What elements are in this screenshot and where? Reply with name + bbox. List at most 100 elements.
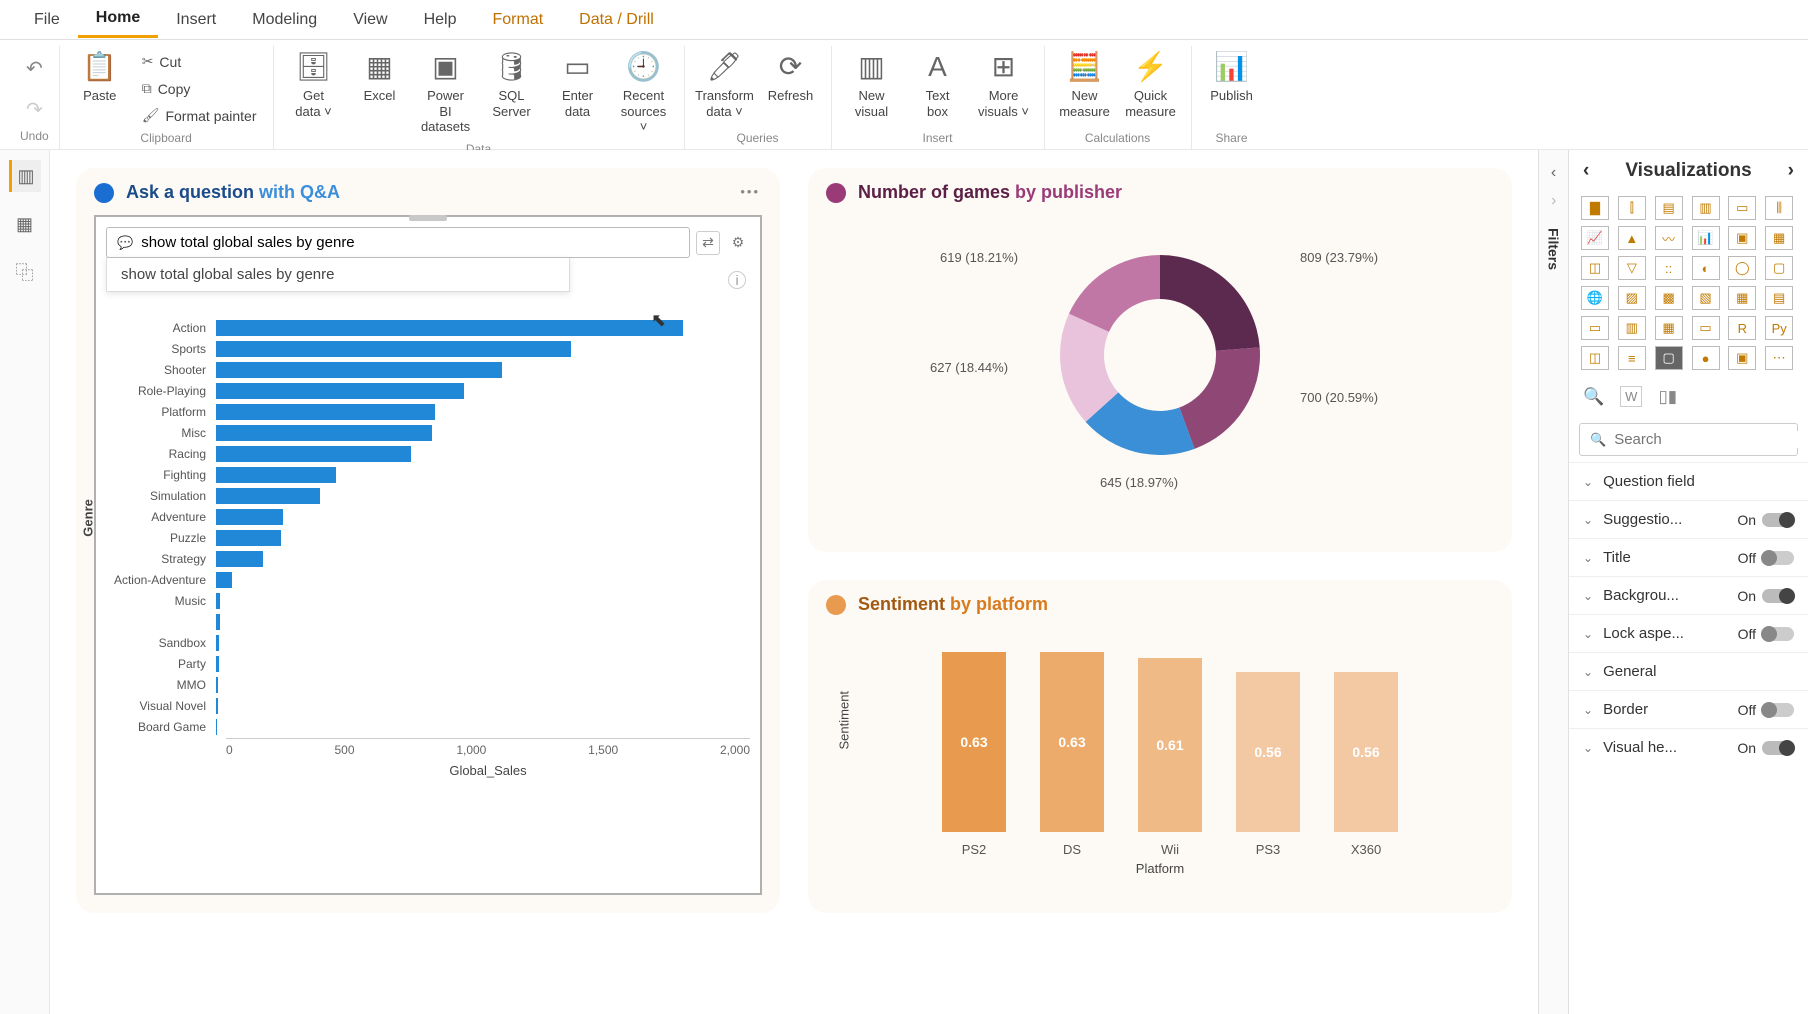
bar-row[interactable]: MMO — [226, 675, 750, 695]
property-toggle[interactable]: Off — [1738, 702, 1794, 718]
viz-type-button[interactable]: ▩ — [1655, 286, 1683, 310]
viz-type-button[interactable]: ▽ — [1618, 256, 1646, 280]
bar-row[interactable]: Visual Novel — [226, 696, 750, 716]
viz-type-button[interactable]: ▥ — [1692, 196, 1720, 220]
donut-slice[interactable] — [1179, 347, 1260, 448]
bar[interactable] — [216, 320, 683, 336]
sentiment-bar-wrap[interactable]: 0.63DS — [1037, 652, 1107, 857]
enter-data-button[interactable]: ▭Enterdata — [548, 46, 608, 123]
property-row-lock-aspe-[interactable]: ⌄Lock aspe...Off — [1569, 614, 1808, 652]
bar-row[interactable]: Puzzle — [226, 528, 750, 548]
qna-question-input[interactable] — [141, 234, 679, 251]
viz-type-button[interactable]: ▢ — [1765, 256, 1793, 280]
sentiment-bar[interactable]: 0.63 — [1040, 652, 1104, 832]
bar[interactable] — [216, 677, 218, 693]
bar-row[interactable] — [226, 612, 750, 632]
bar[interactable] — [216, 614, 220, 630]
donut-slice[interactable] — [1160, 255, 1260, 351]
tab-view[interactable]: View — [335, 3, 405, 37]
viz-type-button[interactable]: ⋯ — [1765, 346, 1793, 370]
qna-suggestion[interactable]: show total global sales by genre — [106, 257, 570, 292]
property-toggle[interactable]: Off — [1738, 626, 1794, 642]
bar[interactable] — [216, 572, 232, 588]
viz-type-button[interactable]: ◯ — [1728, 256, 1756, 280]
viz-type-button[interactable]: ▣ — [1728, 346, 1756, 370]
property-search-input[interactable] — [1614, 431, 1808, 448]
sql-server-button[interactable]: 🛢SQLServer — [482, 46, 542, 123]
fields-tab-button[interactable]: W — [1620, 386, 1642, 407]
viz-type-button[interactable]: ▨ — [1618, 286, 1646, 310]
redo-icon[interactable]: ↷ — [22, 93, 47, 126]
viz-type-button[interactable]: ▦ — [1655, 316, 1683, 340]
sentiment-bar-wrap[interactable]: 0.61Wii — [1135, 658, 1205, 857]
get-data-button[interactable]: 🗄Getdata ˅ — [284, 46, 344, 123]
viz-type-button[interactable]: ▢ — [1655, 346, 1683, 370]
sentiment-bar-wrap[interactable]: 0.56X360 — [1331, 672, 1401, 857]
bar[interactable] — [216, 719, 217, 735]
property-row-visual-he-[interactable]: ⌄Visual he...On — [1569, 728, 1808, 766]
tab-help[interactable]: Help — [406, 3, 475, 37]
tab-insert[interactable]: Insert — [158, 3, 234, 37]
property-row-border[interactable]: ⌄BorderOff — [1569, 690, 1808, 728]
property-row-question-field[interactable]: ⌄Question field — [1569, 462, 1808, 500]
bar-row[interactable]: Sports — [226, 339, 750, 359]
more-options-button[interactable]: ••• — [740, 184, 760, 199]
viz-type-button[interactable]: ⫼ — [1765, 196, 1793, 220]
publisher-donut-visual[interactable]: Number of games by publisher 809 (23.79%… — [808, 168, 1512, 552]
new-visual-button[interactable]: ▥Newvisual — [842, 46, 902, 123]
viz-type-button[interactable]: ◫ — [1581, 256, 1609, 280]
bar[interactable] — [216, 341, 571, 357]
bar[interactable] — [216, 425, 432, 441]
bar-row[interactable]: Role-Playing — [226, 381, 750, 401]
viz-type-button[interactable]: 🌐 — [1581, 286, 1609, 310]
tab-data-drill[interactable]: Data / Drill — [561, 3, 672, 37]
property-toggle[interactable]: On — [1737, 740, 1794, 756]
sentiment-chart[interactable]: Sentiment 0.63PS20.63DS0.61Wii0.56PS30.5… — [826, 627, 1494, 857]
viz-type-button[interactable]: ▥ — [1618, 316, 1646, 340]
resize-handle[interactable] — [409, 215, 447, 221]
sentiment-bar[interactable]: 0.63 — [942, 652, 1006, 832]
filters-label[interactable]: Filters — [1546, 228, 1562, 270]
qna-convert-button[interactable]: ⇄ — [696, 231, 720, 255]
qna-bar-chart[interactable]: Genre ActionSportsShooterRole-PlayingPla… — [106, 318, 750, 778]
viz-type-button[interactable]: ▤ — [1765, 286, 1793, 310]
report-canvas[interactable]: Ask a question with Q&A ••• 💬 ⇄ ⚙ show t… — [50, 150, 1538, 1014]
bar-row[interactable]: Action-Adventure — [226, 570, 750, 590]
viz-type-button[interactable]: ▦ — [1765, 226, 1793, 250]
bar-row[interactable]: Sandbox — [226, 633, 750, 653]
bar[interactable] — [216, 383, 464, 399]
power-bi-datasets-button[interactable]: ▣PowerBIdatasets — [416, 46, 476, 139]
bar[interactable] — [216, 467, 336, 483]
paste-button[interactable]: 📋 Paste — [70, 46, 130, 108]
undo-icon[interactable]: ↶ — [22, 52, 47, 85]
property-row-general[interactable]: ⌄General — [1569, 652, 1808, 690]
tab-file[interactable]: File — [16, 3, 78, 37]
sentiment-bar[interactable]: 0.56 — [1236, 672, 1300, 832]
format-tab-button[interactable]: 🔍 — [1583, 387, 1604, 407]
viz-type-button[interactable]: 〰 — [1655, 226, 1683, 250]
tab-modeling[interactable]: Modeling — [234, 3, 335, 37]
viz-type-button[interactable]: ▭ — [1692, 316, 1720, 340]
viz-type-button[interactable]: ▦ — [1728, 286, 1756, 310]
bar[interactable] — [216, 551, 263, 567]
viz-type-button[interactable]: ▧ — [1692, 286, 1720, 310]
viz-type-button[interactable]: ▭ — [1728, 196, 1756, 220]
bar[interactable] — [216, 488, 320, 504]
bar[interactable] — [216, 509, 283, 525]
viz-type-button[interactable]: 📊 — [1692, 226, 1720, 250]
qna-visual[interactable]: Ask a question with Q&A ••• 💬 ⇄ ⚙ show t… — [76, 168, 780, 913]
qna-settings-button[interactable]: ⚙ — [726, 231, 750, 255]
bar[interactable] — [216, 593, 220, 609]
viz-type-button[interactable]: ▲ — [1618, 226, 1646, 250]
bar-row[interactable]: Misc — [226, 423, 750, 443]
bar[interactable] — [216, 530, 281, 546]
bar-row[interactable]: Simulation — [226, 486, 750, 506]
viz-type-button[interactable]: 📈 — [1581, 226, 1609, 250]
donut-chart[interactable]: 809 (23.79%)700 (20.59%)645 (18.97%)627 … — [826, 215, 1494, 515]
recent-sources-button[interactable]: 🕘Recentsources ˅ — [614, 46, 674, 139]
bar-row[interactable]: Board Game — [226, 717, 750, 737]
bar[interactable] — [216, 698, 218, 714]
viz-type-button[interactable]: Py — [1765, 316, 1793, 340]
bar[interactable] — [216, 404, 435, 420]
bar[interactable] — [216, 446, 411, 462]
